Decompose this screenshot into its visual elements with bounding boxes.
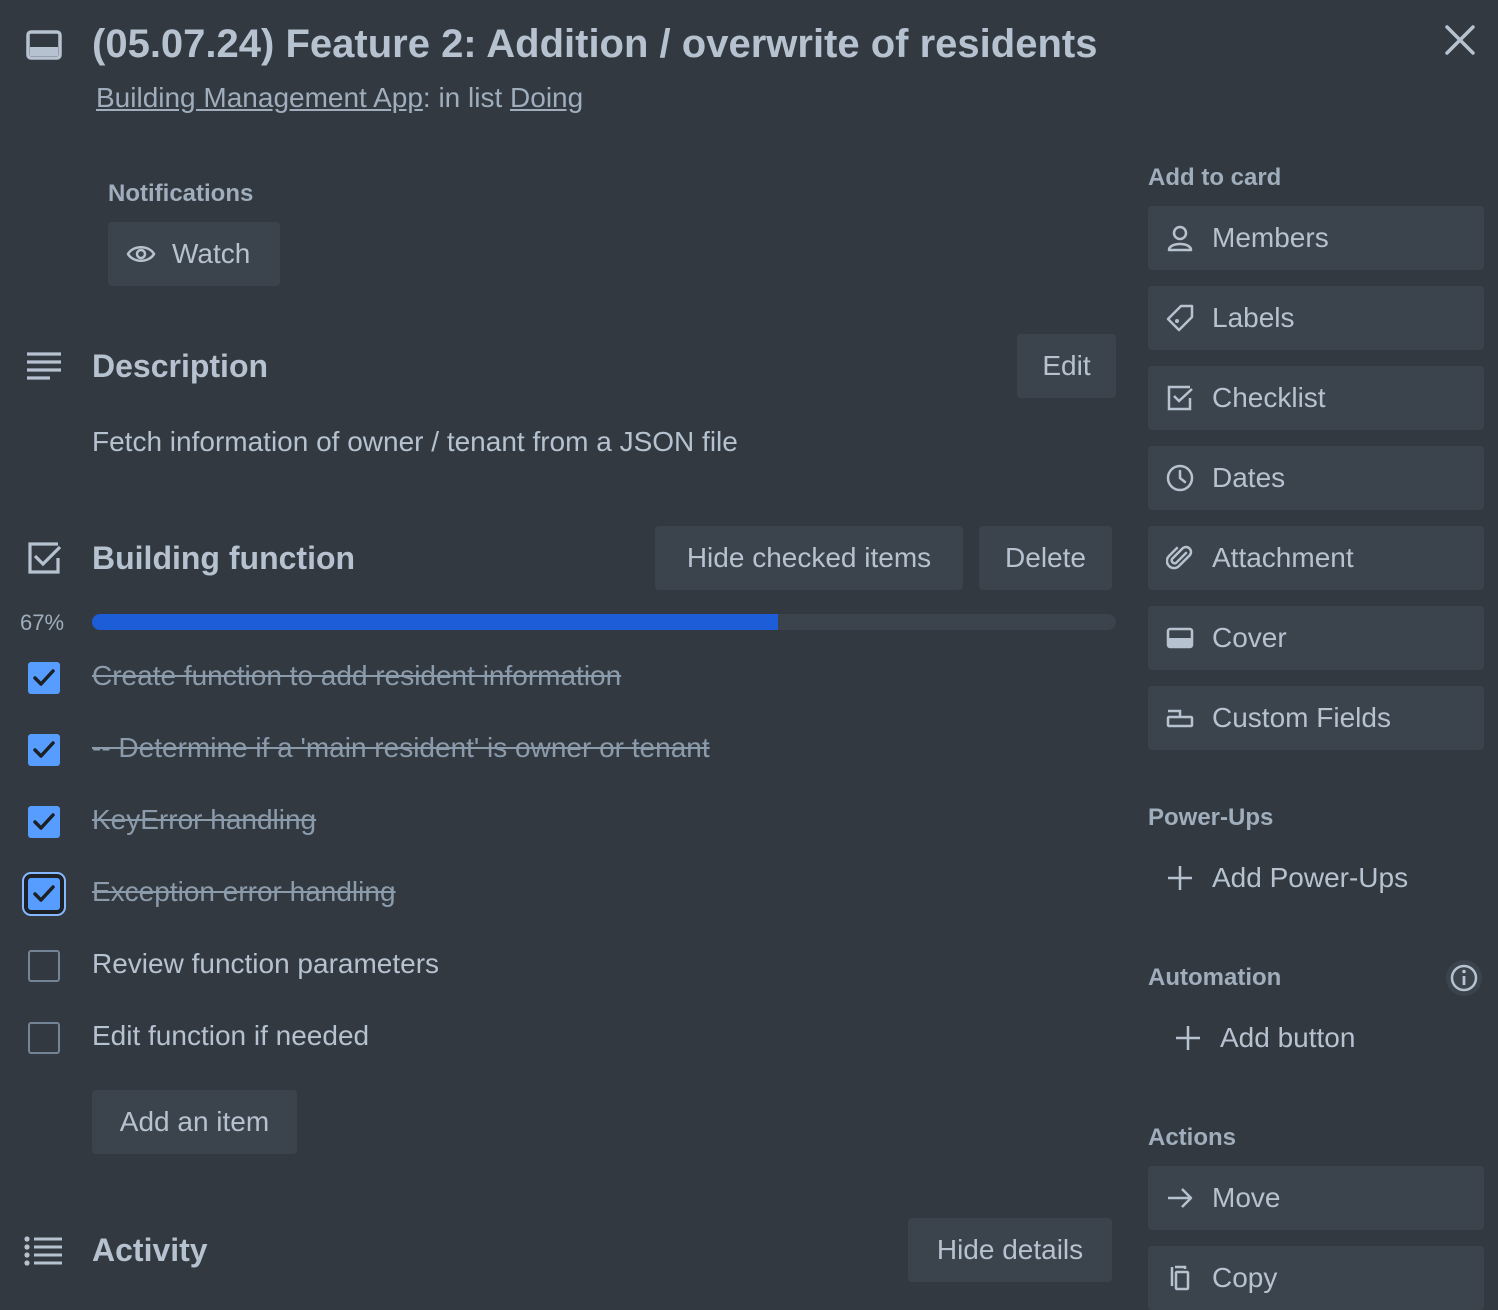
close-icon — [1445, 25, 1475, 55]
edit-description-button[interactable]: Edit — [1017, 334, 1116, 398]
checklist-label: Checklist — [1212, 382, 1326, 413]
plus-icon — [1174, 1024, 1202, 1052]
copy-icon — [1166, 1264, 1194, 1292]
automation-info-button[interactable] — [1446, 960, 1482, 996]
person-icon — [1166, 224, 1194, 252]
clock-icon — [1166, 464, 1194, 492]
hide-checked-items-button[interactable]: Hide checked items — [655, 526, 963, 590]
copy-label: Copy — [1212, 1262, 1278, 1293]
add-button-button[interactable]: Add button — [1148, 1006, 1484, 1070]
activity-title: Activity — [92, 1232, 208, 1268]
board-link[interactable]: Building Management App — [96, 82, 423, 113]
add-button-label: Add button — [1220, 1022, 1356, 1053]
attachment-button[interactable]: Attachment — [1148, 526, 1484, 590]
activity-icon — [24, 1236, 64, 1266]
checklist-item-text[interactable]: Exception error handling — [92, 876, 396, 908]
tag-icon — [1166, 304, 1194, 332]
card-location: Building Management App: in list Doing — [96, 82, 583, 114]
custom-fields-button[interactable]: Custom Fields — [1148, 686, 1484, 750]
arrow-right-icon — [1166, 1184, 1194, 1212]
labels-button[interactable]: Labels — [1148, 286, 1484, 350]
add-item-button[interactable]: Add an item — [92, 1090, 297, 1154]
cover-icon — [1166, 624, 1194, 652]
description-title: Description — [92, 348, 269, 384]
eye-icon — [126, 242, 156, 266]
progress-fill — [92, 614, 779, 630]
checklist-icon — [26, 540, 62, 576]
card-icon — [26, 30, 62, 62]
checklist-item-checkbox[interactable] — [22, 872, 66, 916]
checklist-button[interactable]: Checklist — [1148, 366, 1484, 430]
watch-button[interactable]: Watch — [108, 222, 280, 286]
edit-label: Edit — [1042, 350, 1091, 381]
progress-percent: 67% — [20, 610, 65, 635]
notifications-label: Notifications — [108, 180, 254, 207]
description-text[interactable]: Fetch information of owner / tenant from… — [92, 426, 738, 458]
info-icon — [1450, 964, 1478, 992]
custom-fields-icon — [1166, 704, 1194, 732]
checklist-item-checkbox[interactable] — [28, 734, 60, 766]
automation-label: Automation — [1148, 964, 1282, 991]
add-power-ups-button[interactable]: Add Power-Ups — [1148, 846, 1484, 910]
copy-button[interactable]: Copy — [1148, 1246, 1484, 1310]
list-link[interactable]: Doing — [510, 82, 583, 113]
delete-checklist-button[interactable]: Delete — [979, 526, 1112, 590]
actions-label: Actions — [1148, 1124, 1237, 1151]
members-button[interactable]: Members — [1148, 206, 1484, 270]
attachment-label: Attachment — [1212, 542, 1354, 573]
dates-label: Dates — [1212, 462, 1286, 493]
checklist-item-checkbox[interactable] — [28, 806, 60, 838]
labels-label: Labels — [1212, 302, 1295, 333]
progress-track — [92, 614, 1116, 630]
add-power-ups-label: Add Power-Ups — [1212, 862, 1409, 893]
add-item-label: Add an item — [119, 1106, 270, 1137]
dates-button[interactable]: Dates — [1148, 446, 1484, 510]
paperclip-icon — [1166, 544, 1194, 572]
in-list-text: : in list — [422, 82, 511, 113]
delete-label: Delete — [1005, 542, 1086, 573]
checklist-item-text[interactable]: Edit function if needed — [92, 1020, 369, 1052]
members-label: Members — [1212, 222, 1329, 253]
add-to-card-label: Add to card — [1148, 164, 1282, 191]
checklist-icon — [1166, 384, 1194, 412]
move-button[interactable]: Move — [1148, 1166, 1484, 1230]
watch-label: Watch — [172, 238, 251, 269]
cover-label: Cover — [1212, 622, 1287, 653]
checklist-item-text[interactable]: Review function parameters — [92, 948, 439, 980]
card-title[interactable]: (05.07.24) Feature 2: Addition / overwri… — [92, 22, 1097, 67]
checklist-item-checkbox[interactable] — [28, 950, 60, 982]
hide-details-label: Hide details — [936, 1234, 1084, 1265]
custom-fields-label: Custom Fields — [1212, 702, 1391, 733]
checklist-item-text[interactable]: Create function to add resident informat… — [92, 660, 621, 692]
hide-checked-label: Hide checked items — [686, 542, 932, 573]
checklist-item-checkbox[interactable] — [28, 662, 60, 694]
power-ups-label: Power-Ups — [1148, 804, 1274, 831]
hide-details-button[interactable]: Hide details — [908, 1218, 1112, 1282]
move-label: Move — [1212, 1182, 1281, 1213]
checklist-title[interactable]: Building function — [92, 540, 355, 577]
checklist-item-checkbox[interactable] — [28, 1022, 60, 1054]
checklist-item-text[interactable]: KeyError handling — [92, 804, 316, 836]
cover-button[interactable]: Cover — [1148, 606, 1484, 670]
close-button[interactable] — [1442, 22, 1478, 58]
description-icon — [26, 352, 62, 382]
checklist-item-text[interactable]: -- Determine if a 'main resident' is own… — [92, 732, 710, 764]
plus-icon — [1166, 864, 1194, 892]
